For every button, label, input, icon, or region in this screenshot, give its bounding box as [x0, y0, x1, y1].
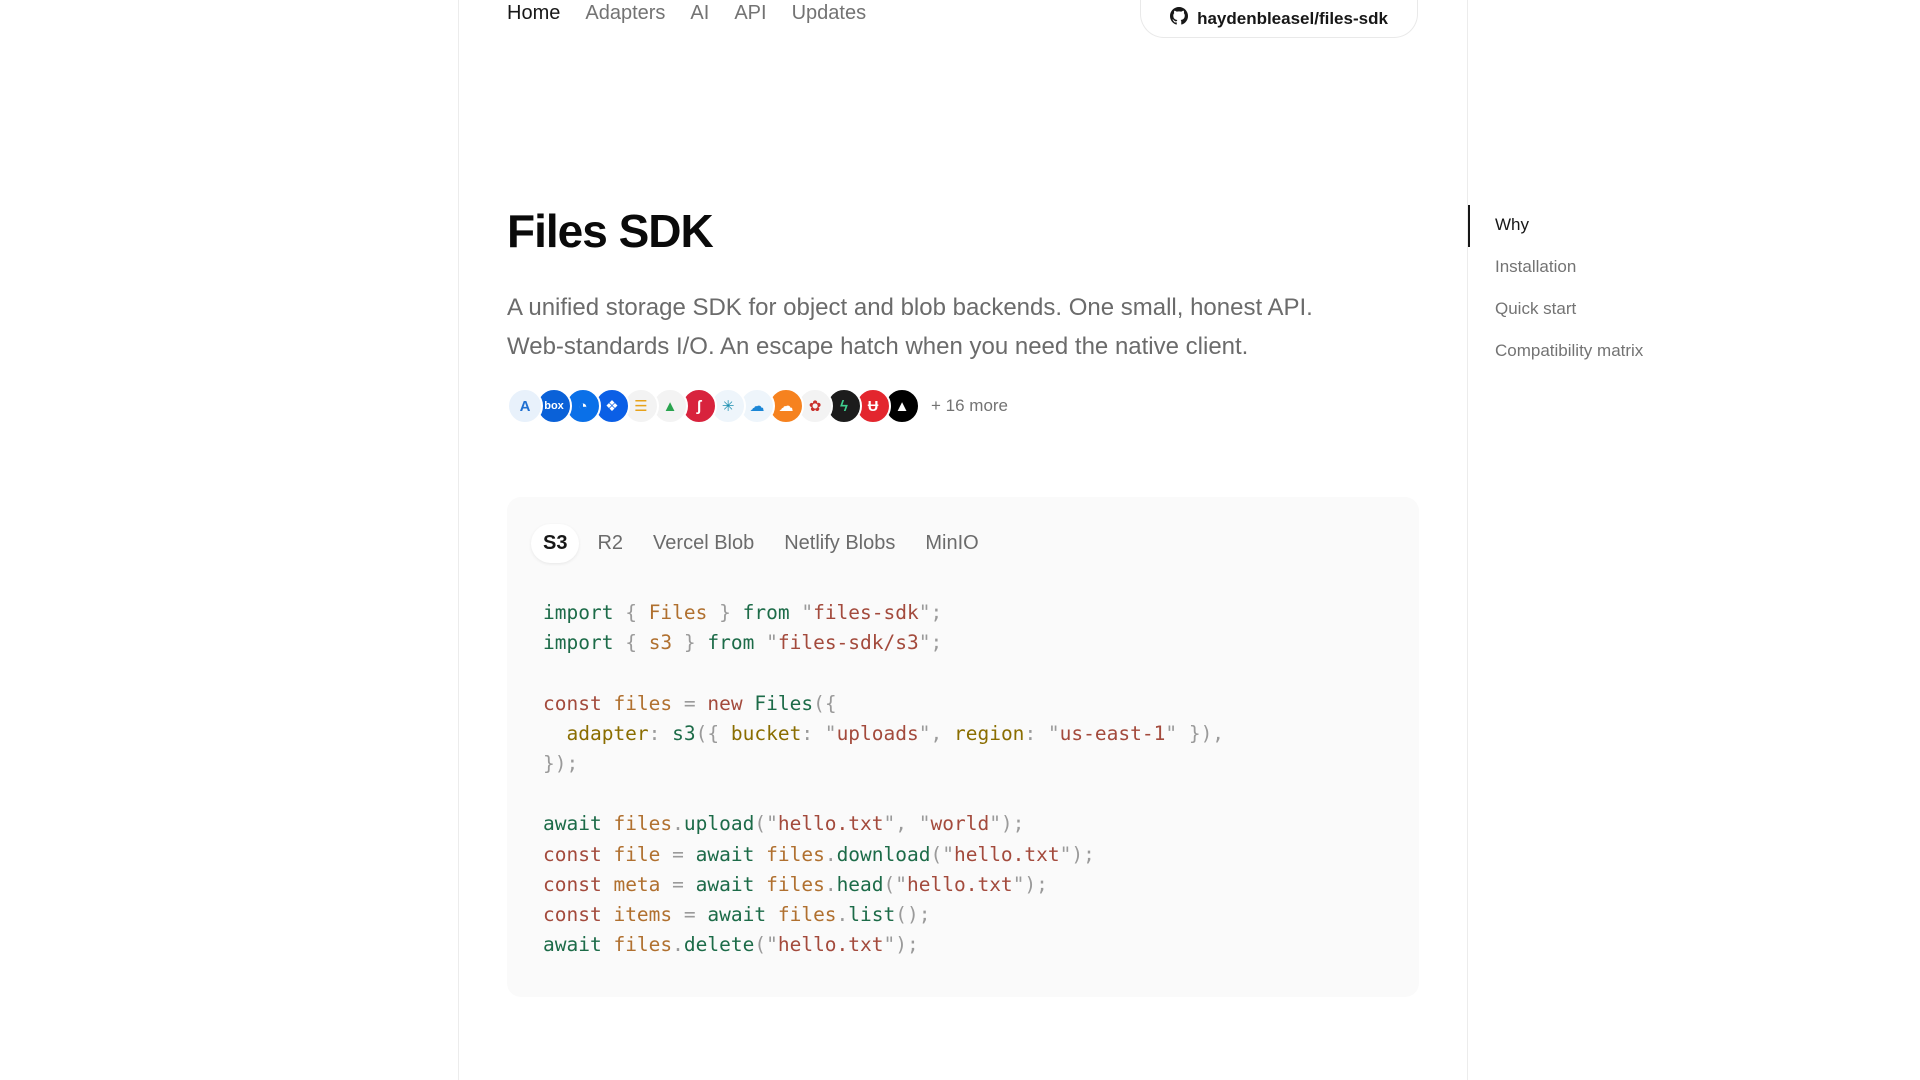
- adapter-icons: Abox ◔ ❖ ☰ ▲ ʃ ✳ ☁ ☁ ✿ ϟ Ʉ ▲: [507, 388, 920, 424]
- tab-r2[interactable]: R2: [585, 524, 635, 563]
- code-line: const meta = await files.head("hello.txt…: [543, 872, 1048, 896]
- github-repo-button[interactable]: haydenbleasel/files-sdk: [1140, 0, 1418, 38]
- github-repo-label: haydenbleasel/files-sdk: [1197, 8, 1388, 28]
- toc-item-quick-start[interactable]: Quick start: [1469, 289, 1643, 331]
- github-icon: [1170, 7, 1189, 30]
- nav-link-home[interactable]: Home: [507, 2, 560, 25]
- content-border-right: [1467, 0, 1468, 1080]
- code-line: await files.delete("hello.txt");: [543, 933, 919, 957]
- tab-s3[interactable]: S3: [531, 524, 580, 563]
- toc-item-compatibility-matrix[interactable]: Compatibility matrix: [1469, 331, 1643, 373]
- tab-minio[interactable]: MinIO: [913, 524, 990, 563]
- code-line: import { s3 } from "files-sdk/s3";: [543, 631, 943, 655]
- toc-item-installation[interactable]: Installation: [1469, 247, 1643, 289]
- adapter-tabs: S3 R2 Vercel Blob Netlify Blobs MinIO: [531, 524, 991, 563]
- more-adapters-label[interactable]: + 16 more: [931, 396, 1008, 416]
- top-navigation: Home Adapters AI API Updates: [507, 0, 866, 30]
- code-line: await files.upload("hello.txt", "world")…: [543, 812, 1025, 836]
- page-title: Files SDK: [507, 205, 714, 257]
- tab-vercel-blob[interactable]: Vercel Blob: [641, 524, 766, 563]
- code-line: });: [543, 751, 579, 775]
- tab-netlify-blobs[interactable]: Netlify Blobs: [772, 524, 907, 563]
- code-line: const items = await files.list();: [543, 902, 931, 926]
- nav-link-api[interactable]: API: [734, 2, 766, 25]
- table-of-contents: Why Installation Quick start Compatibili…: [1469, 205, 1643, 373]
- code-line: adapter: s3({ bucket: "uploads", region:…: [566, 721, 1225, 745]
- nav-link-ai[interactable]: AI: [690, 2, 709, 25]
- code-line: const file = await files.download("hello…: [543, 842, 1095, 866]
- code-example-card: S3 R2 Vercel Blob Netlify Blobs MinIO im…: [507, 497, 1419, 997]
- toc-item-why[interactable]: Why: [1469, 205, 1643, 247]
- code-block: import { Files } from "files-sdk"; import…: [543, 598, 1224, 960]
- nav-link-adapters[interactable]: Adapters: [585, 2, 665, 25]
- adapter-icons-row: Abox ◔ ❖ ☰ ▲ ʃ ✳ ☁ ☁ ✿ ϟ Ʉ ▲ + 16 more: [507, 387, 1008, 425]
- content-border-left: [458, 0, 459, 1080]
- azure-icon[interactable]: A: [507, 388, 543, 424]
- nav-link-updates[interactable]: Updates: [792, 2, 867, 25]
- page-subtitle: A unified storage SDK for object and blo…: [507, 294, 1313, 360]
- code-line: import { Files } from "files-sdk";: [543, 601, 943, 624]
- code-line: const files = new Files({: [543, 691, 837, 715]
